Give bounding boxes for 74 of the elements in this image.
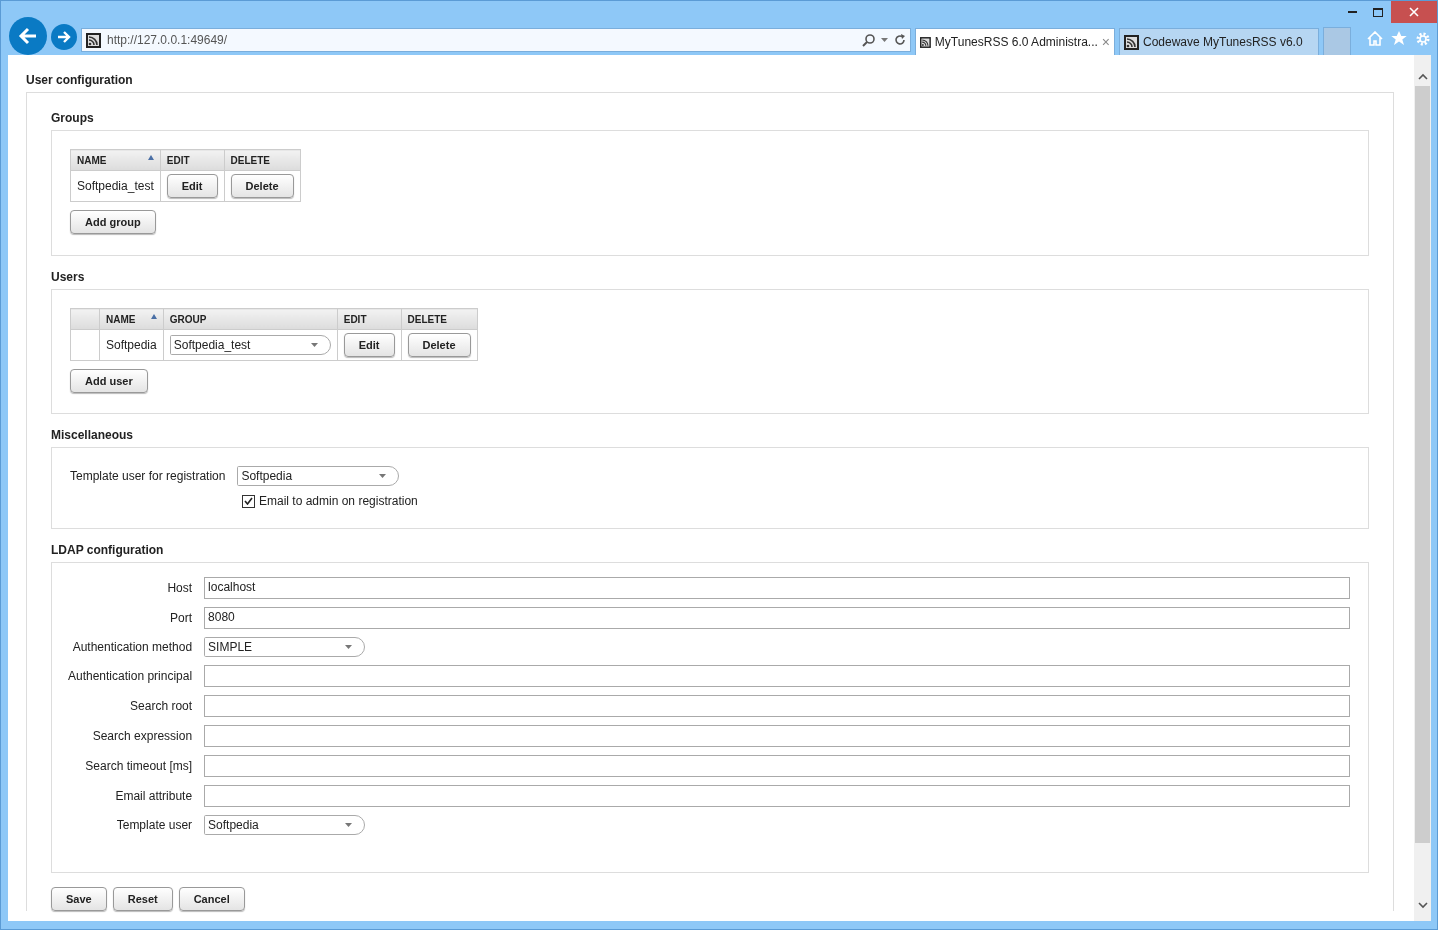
star-icon[interactable] bbox=[1391, 31, 1407, 46]
caret-icon bbox=[881, 38, 888, 42]
column-header[interactable]: EDIT bbox=[160, 149, 224, 171]
section-heading: Miscellaneous bbox=[51, 428, 135, 442]
input-field[interactable] bbox=[204, 755, 1350, 777]
scroll-up-icon[interactable] bbox=[1417, 73, 1428, 80]
dropdown[interactable]: Softpedia bbox=[204, 815, 366, 835]
back-arrow-icon bbox=[18, 27, 38, 45]
scroll-down-icon[interactable] bbox=[1417, 902, 1428, 909]
feed-icon bbox=[86, 32, 101, 48]
form-button[interactable]: Reset bbox=[112, 887, 173, 911]
section-heading: Groups bbox=[51, 111, 95, 125]
close-tab-icon[interactable]: × bbox=[1101, 34, 1110, 50]
feed-icon bbox=[1124, 34, 1139, 50]
page-title: User configuration bbox=[26, 73, 134, 87]
checkbox[interactable] bbox=[242, 494, 255, 508]
browser-tab[interactable]: MyTunesRSS 6.0 Administra... × bbox=[915, 28, 1115, 55]
column-header[interactable]: NAME bbox=[99, 308, 164, 330]
forward-button[interactable] bbox=[51, 24, 77, 50]
section-heading: Users bbox=[51, 270, 86, 284]
home-icon[interactable] bbox=[1367, 31, 1383, 46]
maximize-icon bbox=[1373, 7, 1383, 17]
field-label: Authentication method bbox=[71, 640, 193, 654]
field-label: Port bbox=[169, 611, 193, 625]
url-text: http://127.0.0.1:49649/ bbox=[107, 33, 229, 47]
input-field[interactable] bbox=[204, 695, 1350, 717]
delete-button[interactable]: Delete bbox=[230, 174, 294, 198]
dropdown[interactable]: SIMPLE bbox=[204, 637, 366, 657]
input-field[interactable] bbox=[204, 665, 1350, 687]
field-label: Host bbox=[166, 581, 193, 595]
add-user-button[interactable]: Add user bbox=[70, 369, 148, 393]
address-bar[interactable]: http://127.0.0.1:49649/ bbox=[81, 28, 911, 52]
form-button[interactable]: Save bbox=[51, 887, 107, 911]
caret-icon bbox=[310, 343, 318, 347]
field-label: Search root bbox=[129, 699, 193, 713]
checkbox-label: Email to admin on registration bbox=[259, 494, 418, 508]
delete-button[interactable]: Delete bbox=[407, 333, 471, 357]
field-label: Search timeout [ms] bbox=[84, 759, 193, 773]
input-field[interactable] bbox=[204, 785, 1350, 807]
browser-tab[interactable]: Codewave MyTunesRSS v6.0 bbox=[1119, 28, 1319, 55]
section-heading: LDAP configuration bbox=[51, 543, 165, 557]
input-field[interactable] bbox=[204, 725, 1350, 747]
settings-icon[interactable] bbox=[1415, 31, 1431, 47]
field-label: Template user bbox=[115, 818, 193, 832]
column-header[interactable]: EDIT bbox=[337, 308, 401, 330]
add-group-button[interactable]: Add group bbox=[70, 210, 156, 234]
scrollbar[interactable] bbox=[1414, 55, 1431, 921]
caret-icon bbox=[345, 645, 353, 649]
edit-button[interactable]: Edit bbox=[343, 333, 395, 357]
table-cell: Softpedia bbox=[99, 329, 164, 361]
dropdown[interactable]: Softpedia bbox=[237, 466, 400, 486]
back-button[interactable] bbox=[9, 17, 47, 55]
dropdown[interactable]: Softpedia_test bbox=[169, 335, 331, 355]
column-header[interactable]: GROUP bbox=[163, 308, 338, 330]
close-icon bbox=[1409, 7, 1419, 17]
refresh-icon[interactable] bbox=[894, 34, 906, 46]
input-field[interactable]: localhost bbox=[204, 577, 1350, 599]
field-label: Search expression bbox=[91, 729, 193, 743]
edit-button[interactable]: Edit bbox=[166, 174, 218, 198]
caret-icon bbox=[379, 474, 387, 478]
field-label: Template user for registration bbox=[70, 469, 226, 483]
field-label: Authentication principal bbox=[68, 669, 193, 683]
form-button[interactable]: Cancel bbox=[178, 887, 245, 911]
column-header[interactable]: NAME bbox=[70, 149, 161, 171]
minimize-icon bbox=[1347, 11, 1357, 13]
column-header[interactable]: DELETE bbox=[401, 308, 478, 330]
table-cell: Softpedia_test bbox=[70, 170, 161, 202]
forward-arrow-icon bbox=[57, 31, 71, 43]
input-field[interactable]: 8080 bbox=[204, 607, 1350, 629]
feed-icon bbox=[920, 34, 931, 50]
field-label: Email attribute bbox=[114, 789, 193, 803]
column-header[interactable]: DELETE bbox=[224, 149, 301, 171]
search-icon[interactable] bbox=[862, 33, 875, 47]
caret-icon bbox=[345, 823, 353, 827]
